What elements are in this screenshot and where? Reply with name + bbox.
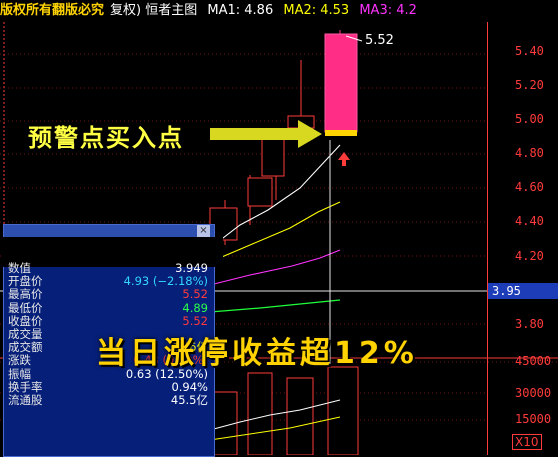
info-row-label: 收盘价 — [8, 313, 43, 328]
volume-bars — [209, 366, 359, 455]
volume-tick: 45000 — [515, 354, 552, 368]
alert-annotation: 预警点买入点 — [28, 124, 184, 152]
info-row-label: 换手率 — [8, 379, 43, 394]
info-row-value: 0.94% — [171, 379, 208, 394]
stock-title: 复权) 恒者主图 — [110, 3, 198, 18]
info-row: 流通股 45.5亿 — [6, 392, 212, 407]
volume-tick: 15000 — [515, 412, 552, 426]
price-tick: 4.80 — [515, 146, 544, 160]
price-tick: 4.40 — [515, 214, 544, 228]
price-tick: 5.40 — [515, 44, 544, 58]
info-row: 最低价 4.89 — [6, 300, 212, 315]
price-tick: 5.00 — [515, 112, 544, 126]
price-tick: 4.60 — [515, 180, 544, 194]
info-row-value: 4.89 — [182, 300, 208, 315]
chart-header: 版权所有翻版必究 复权) 恒者主图 MA1: 4.86 MA2: 4.53 MA3… — [0, 0, 558, 22]
gain-annotation: 当日涨停收益超12% — [96, 336, 418, 371]
info-row-label: 最低价 — [8, 300, 43, 315]
info-row-label: 最高价 — [8, 287, 43, 302]
high-price-marker: 5.52 — [365, 33, 394, 48]
ma3-readout: MA3: 4.2 — [359, 3, 417, 18]
info-row-value: 45.5亿 — [170, 392, 208, 407]
close-icon[interactable]: × — [197, 225, 210, 237]
price-axis-divider — [487, 22, 488, 455]
info-row-value: 5.52 — [182, 287, 208, 302]
price-tick: 4.20 — [515, 249, 544, 263]
info-row: 换手率 0.94% — [6, 379, 212, 394]
info-row: 收盘价 5.52 — [6, 313, 212, 328]
info-row-label: 流通股 — [8, 392, 43, 407]
price-tick: 3.80 — [515, 317, 544, 331]
volume-tick: 30000 — [515, 386, 552, 400]
info-row-label: 振幅 — [8, 366, 31, 381]
info-row-label: 涨跌 — [8, 353, 31, 368]
info-row-value: 5.52 — [182, 313, 208, 328]
brand-text: 版权所有翻版必究 — [0, 3, 105, 18]
ma2-readout: MA2: 4.53 — [283, 3, 350, 18]
ma1-readout: MA1: 4.86 — [207, 3, 274, 18]
volume-unit: X10 — [512, 434, 542, 450]
crosshair-value-tag: 3.95 — [488, 283, 558, 299]
price-tick: 5.20 — [515, 78, 544, 92]
info-row: 最高价 5.52 — [6, 288, 212, 301]
